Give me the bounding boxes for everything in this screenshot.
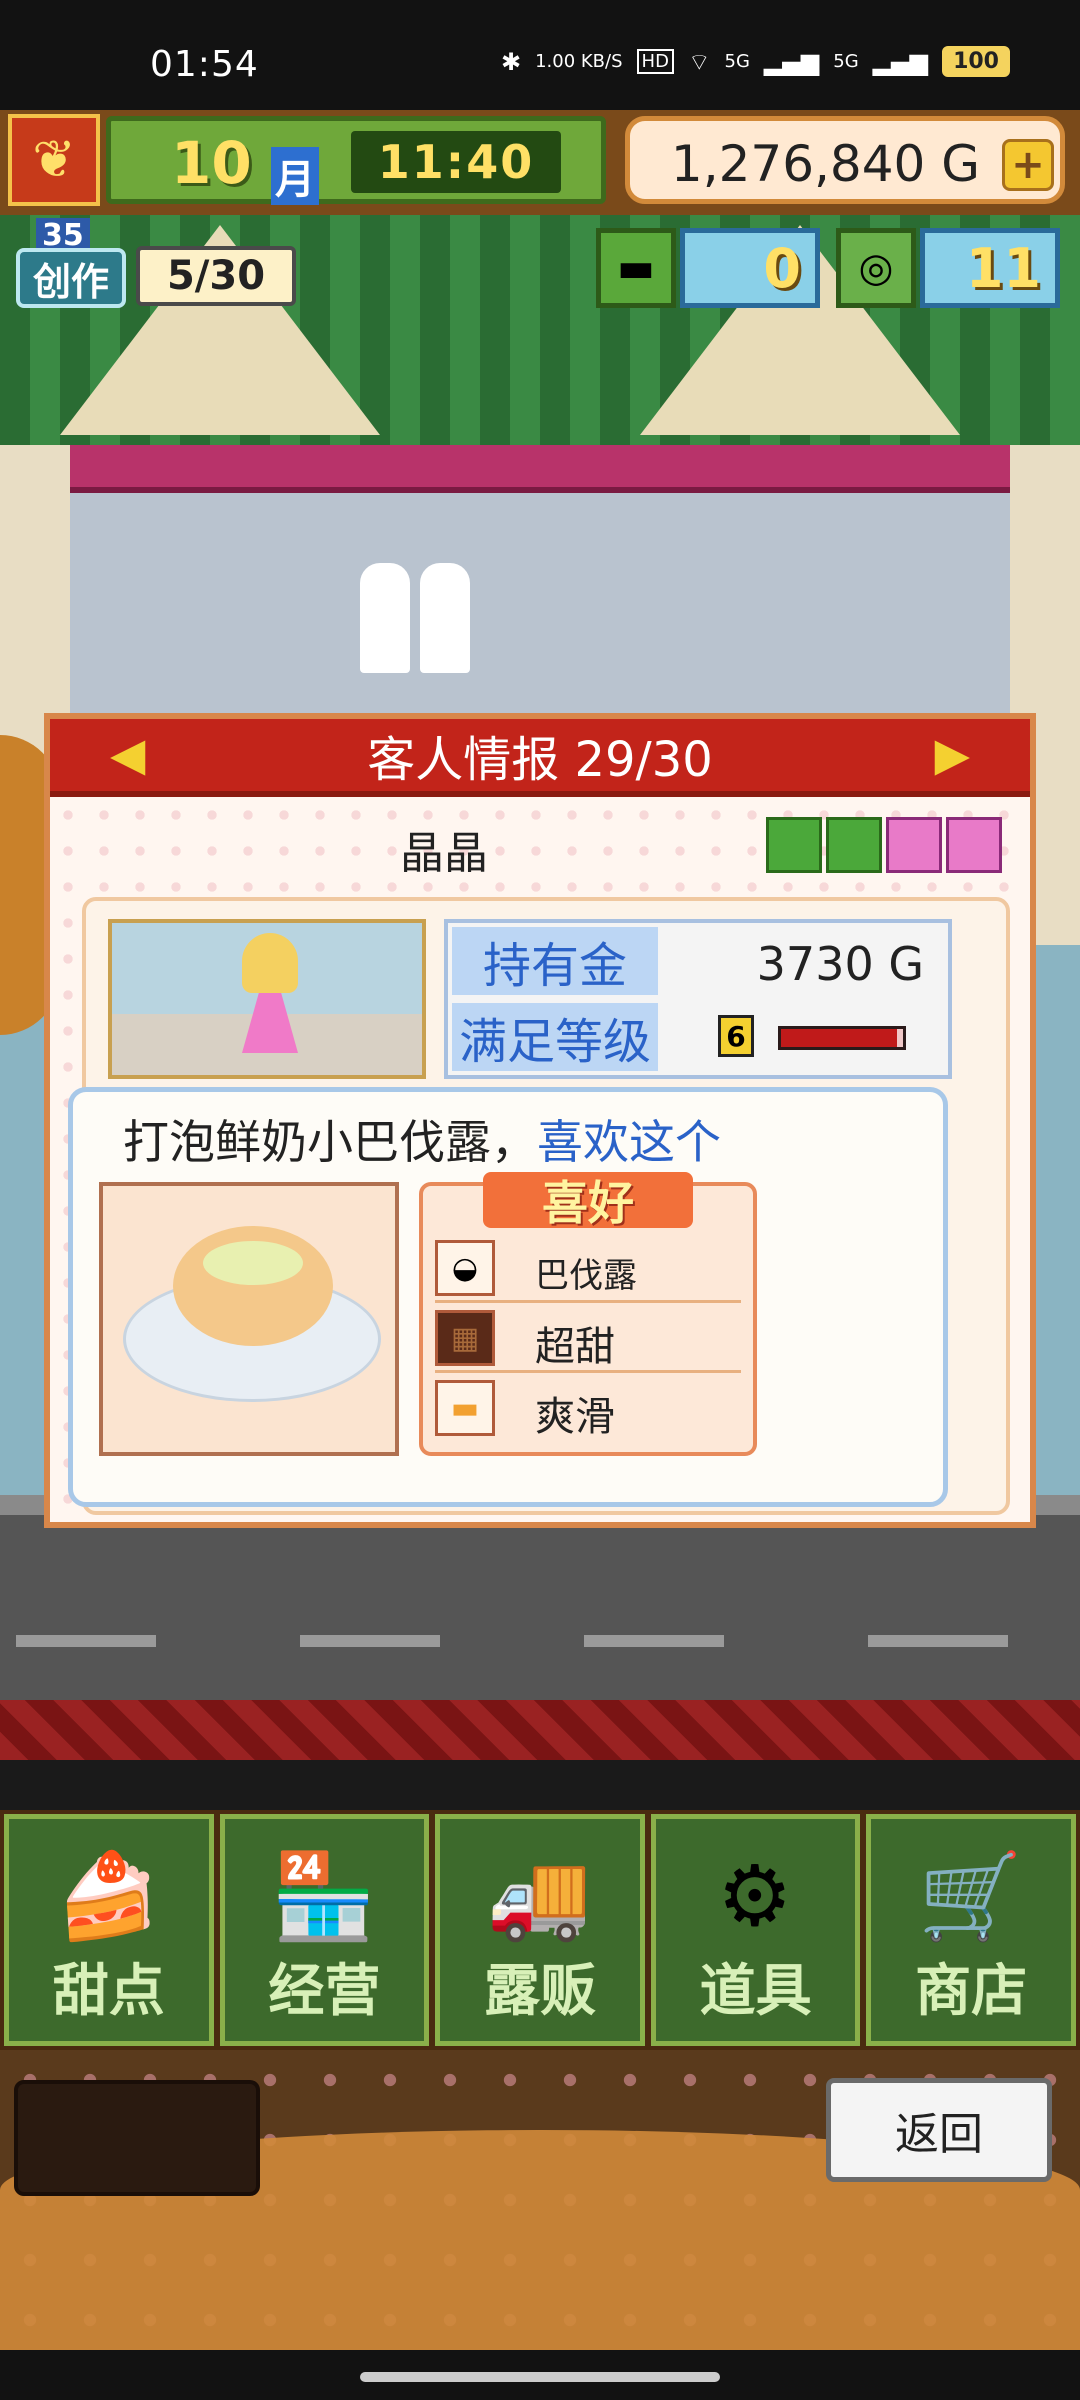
cream-topping [203,1241,303,1285]
preferences-header: 喜好 [483,1172,693,1230]
money-amount: 1,276,840 G [670,135,980,193]
gift-rating [766,817,1002,873]
chef-sprite [360,563,410,673]
dessert-image [99,1182,399,1456]
status-time: 01:54 [150,44,259,85]
panel-title: 客人情报 29/30 [367,732,713,788]
date-display: 10 月 11:40 [106,116,606,205]
street [0,1515,1080,1705]
back-button[interactable]: 返回 [826,2078,1052,2182]
signal-bars-icon-2: ▂▄▆ [872,47,929,76]
add-money-button[interactable]: + [1002,139,1054,191]
gold-ticket-count: 0 [680,228,820,308]
menu-button-food-truck[interactable]: 🚚 露贩 [435,1814,645,2046]
customer-info-panel: ◀ 客人情报 29/30 ▶ 晶晶 持有金 3730 G 满足等级 6 打泡鲜奶… [44,713,1036,1528]
menu-label: 露贩 [483,1959,596,2024]
gold-label: 持有金 [452,927,658,995]
customer-stats: 持有金 3730 G 满足等级 6 [444,919,952,1079]
menu-label: 经营 [268,1959,381,2024]
satisfaction-label: 满足等级 [452,1003,658,1071]
gold-ticket-icon: ▬ [596,228,676,308]
signal-bars-icon: ▂▄▆ [763,47,820,76]
pref-label: 超甜 [535,1324,615,1370]
lane-marking [868,1635,1008,1647]
panel-title-bar: ◀ 客人情报 29/30 ▶ [50,719,1030,797]
month-number: 10 [171,129,252,197]
smooth-icon: ▬ [435,1380,495,1436]
gold-value: 3730 G [756,937,924,991]
bavarois-icon: ◒ [435,1240,495,1296]
satisfaction-level-icon: 6 [718,1015,754,1057]
pref-row: ◒ 巴伐露 [435,1234,741,1303]
customer-sprite [242,933,298,1063]
chef-sprite-2 [420,563,470,673]
menu-button-store[interactable]: 🛒 商店 [866,1814,1076,2046]
signal-5g-1: 5G [724,51,750,72]
quote-like: 喜欢这个 [537,1115,721,1169]
home-gesture-handle[interactable] [360,2372,720,2382]
empty-slot [14,2080,260,2196]
craft-badge[interactable]: 35 创作 5/30 [6,218,296,314]
next-arrow-icon[interactable]: ▶ [935,727,970,781]
shop-interior [70,493,1010,733]
cart-icon: 🛒 [918,1846,1023,1945]
lane-marking [300,1635,440,1647]
cake-icon: 🍰 [55,1846,161,1945]
status-bar: 01:54 ✱ 1.00 KB/S HD ⌔ 5G ▂▄▆ 5G ▂▄▆ 100 [0,0,1080,110]
customer-name: 晶晶 [400,828,488,879]
main-menu: 🍰 甜点 🏪 经营 🚚 露贩 ⚙ 道具 🛒 商店 [0,1810,1080,2050]
autumn-leaf-icon[interactable]: ❦ [8,114,100,206]
signal-5g-2: 5G [833,51,859,72]
wifi-icon: ⌔ [687,47,711,76]
game-clock: 11:40 [351,131,561,193]
customer-quote: 打泡鲜奶小巴伐露，喜欢这个 [123,1106,721,1172]
gift-icon [946,817,1002,873]
silver-medal-icon: ◎ [836,228,916,308]
pref-row: ▬ 爽滑 [435,1374,741,1440]
menu-label: 甜点 [52,1959,165,2024]
money-display: 1,276,840 G + [625,116,1065,204]
pref-label: 巴伐露 [535,1256,637,1296]
lane-marking [584,1635,724,1647]
navigation-bar [0,2350,1080,2400]
chocolate-icon: ▦ [435,1310,495,1366]
menu-divider-band [0,1700,1080,1760]
customer-card: 持有金 3730 G 满足等级 6 打泡鲜奶小巴伐露，喜欢这个 喜好 ◒ 巴伐露… [68,897,1010,1515]
satisfaction-bar-fill [781,1029,897,1047]
net-speed: 1.00 KB/S [535,51,623,72]
menu-button-dessert[interactable]: 🍰 甜点 [4,1814,214,2046]
menu-label: 道具 [699,1959,812,2024]
pref-label: 爽滑 [535,1394,615,1440]
pref-row: ▦ 超甜 [435,1304,741,1373]
status-icons: ✱ 1.00 KB/S HD ⌔ 5G ▂▄▆ 5G ▂▄▆ 100 [501,46,1010,77]
quote-dish: 打泡鲜奶小巴伐露， [123,1115,537,1169]
bottom-area: 返回 [0,2050,1080,2370]
bluetooth-icon: ✱ [500,47,522,76]
menu-button-manage[interactable]: 🏪 经营 [219,1814,430,2046]
battery-indicator: 100 [942,46,1010,77]
gift-icon [886,817,942,873]
food-truck-icon: 🚚 [486,1846,592,1945]
speech-bubble: 打泡鲜奶小巴伐露，喜欢这个 喜好 ◒ 巴伐露 ▦ 超甜 ▬ 爽滑 [68,1087,948,1507]
top-hud: ❦ 10 月 11:40 1,276,840 G + [0,110,1080,215]
gift-icon [826,817,882,873]
gift-icon [766,817,822,873]
lane-marking [16,1635,156,1647]
craft-label: 创作 [16,248,126,308]
craft-progress: 5/30 [136,246,296,306]
prev-arrow-icon[interactable]: ◀ [110,727,145,781]
items-icon: ⚙ [717,1847,793,1945]
silver-medal-count: 11 [920,228,1060,308]
preferences-box: 喜好 ◒ 巴伐露 ▦ 超甜 ▬ 爽滑 [419,1172,757,1456]
menu-label: 商店 [915,1959,1028,2024]
month-label: 月 [271,147,319,205]
customer-portrait [108,919,426,1079]
hd-icon: HD [636,49,674,74]
menu-button-items[interactable]: ⚙ 道具 [650,1814,861,2046]
shop-awning [40,445,1040,493]
satisfaction-bar [778,1026,906,1050]
panel-body: 晶晶 持有金 3730 G 满足等级 6 打泡鲜奶小巴伐露，喜欢这个 喜好 ◒ … [50,797,1030,1522]
shop-icon: 🏪 [271,1846,376,1945]
